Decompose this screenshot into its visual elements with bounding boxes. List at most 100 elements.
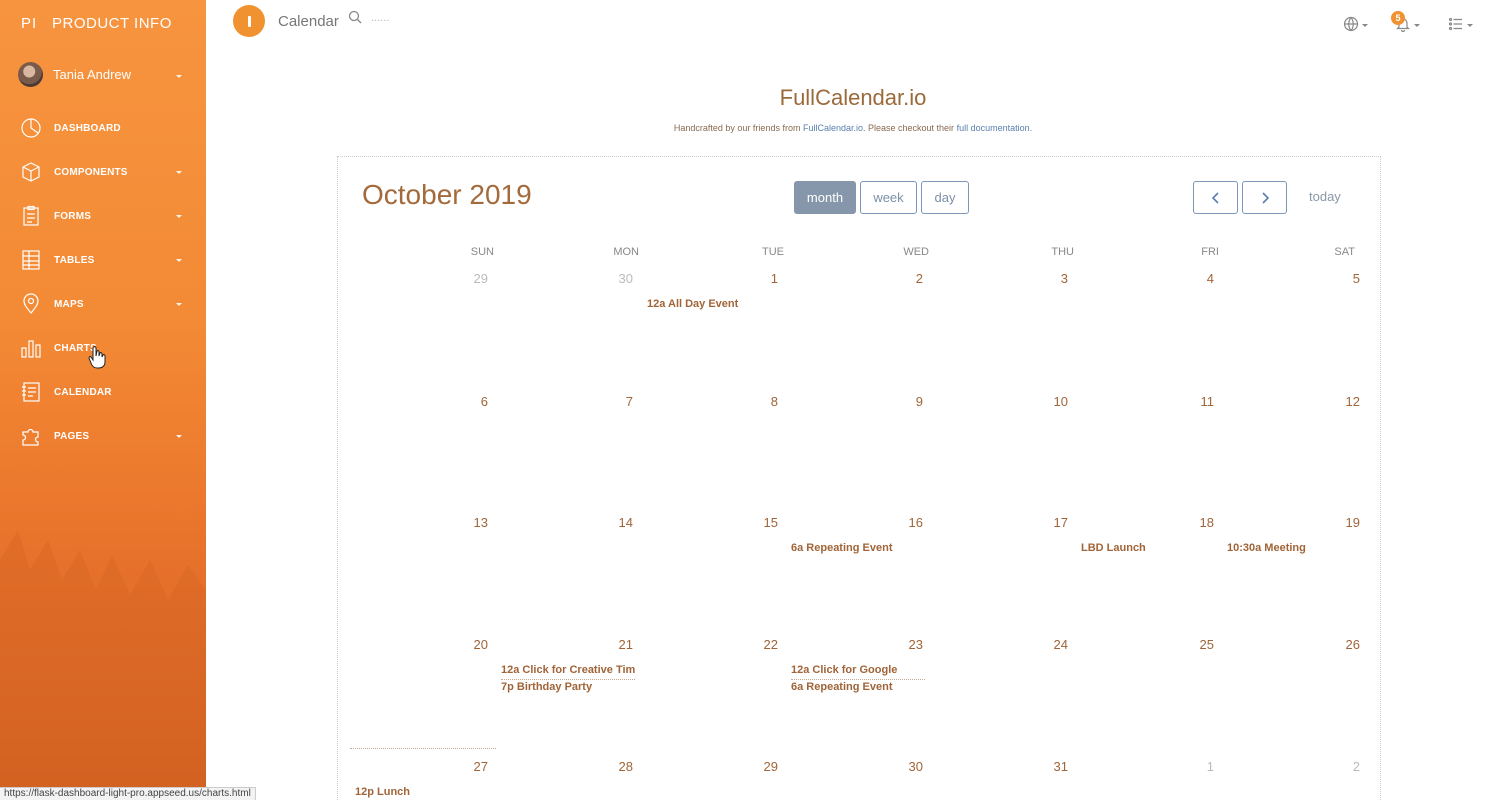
sidebar-item-pages[interactable]: PAGES [0,414,206,458]
day-number[interactable]: 3 [1038,271,1068,286]
day-number[interactable]: 12 [1330,394,1360,409]
sidebar-item-calendar[interactable]: CALENDAR [0,370,206,414]
cube-icon [22,162,40,182]
weekday-header: THU [1051,246,1074,258]
sidebar: PI PRODUCT INFO Tania Andrew DASHBOARD C… [0,0,206,800]
brand[interactable]: PI PRODUCT INFO [0,0,206,46]
documentation-link[interactable]: full documentation. [957,123,1033,133]
weekday-header: SUN [470,246,494,258]
day-number[interactable]: 8 [748,394,778,409]
chevron-down-icon [176,215,182,218]
day-number[interactable]: 23 [893,637,923,652]
day-number[interactable]: 20 [458,637,488,652]
day-number[interactable]: 1 [748,271,778,286]
day-number[interactable]: 13 [458,515,488,530]
chevron-down-icon [176,303,182,306]
list-icon[interactable] [1448,16,1464,32]
globe-icon[interactable] [1343,16,1359,32]
calendar-header-title: FullCalendar.io [779,85,927,110]
calendar-event[interactable]: 6a Repeating Event [791,542,892,554]
day-number[interactable]: 24 [1038,637,1068,652]
avatar [18,62,43,87]
sidebar-item-dashboard[interactable]: DASHBOARD [0,106,206,150]
search-icon[interactable] [348,10,362,24]
event-divider [501,679,635,680]
view-week-button[interactable]: week [860,181,917,214]
day-number[interactable]: 29 [458,271,488,286]
day-number[interactable]: 9 [893,394,923,409]
user-menu[interactable]: Tania Andrew [0,60,206,92]
day-number[interactable]: 10 [1038,394,1068,409]
day-number[interactable]: 17 [1038,515,1068,530]
chevron-down-icon [176,75,182,78]
day-number[interactable]: 2 [893,271,923,286]
prev-month-button[interactable] [1193,181,1238,214]
view-day-button[interactable]: day [921,181,969,214]
day-number[interactable]: 2 [1330,759,1360,774]
calendar-event[interactable]: LBD Launch [1081,542,1146,554]
day-number[interactable]: 18 [1184,515,1214,530]
search-input[interactable] [371,12,491,24]
view-month-button[interactable]: month [794,181,856,214]
calendar-month-title: October 2019 [362,179,532,210]
calendar-event[interactable]: 12a Click for Creative Tim [501,664,635,676]
chevron-down-icon [176,171,182,174]
today-button[interactable]: today [1309,189,1341,204]
calendar-event[interactable]: 12a Click for Google [791,664,897,676]
day-number[interactable]: 1 [1184,759,1214,774]
day-number[interactable]: 16 [893,515,923,530]
brand-name: PRODUCT INFO [52,15,172,32]
weekday-header: MON [613,246,639,258]
day-number[interactable]: 28 [603,759,633,774]
sidebar-nav: DASHBOARD COMPONENTS FORMS TABLES MAPS C… [0,106,206,458]
calendar-event[interactable]: 12p Lunch [355,786,410,798]
calendar-event[interactable]: 12a All Day Event [647,298,738,310]
day-number[interactable]: 27 [458,759,488,774]
calendar-event[interactable]: 7p Birthday Party [501,681,592,693]
weekday-header: FRI [1201,246,1219,258]
day-number[interactable]: 25 [1184,637,1214,652]
clipboard-icon [23,205,39,226]
sidebar-background-image [0,450,206,800]
minimize-sidebar-button[interactable] [233,5,265,37]
calendar-event[interactable]: 6a Repeating Event [791,681,892,693]
chevron-down-icon [176,259,182,262]
sidebar-item-label: PAGES [54,431,90,442]
sidebar-item-label: TABLES [54,255,95,266]
sidebar-item-label: DASHBOARD [54,123,121,134]
day-number[interactable]: 29 [748,759,778,774]
top-navbar: Calendar 5 [206,0,1500,46]
next-month-button[interactable] [1242,181,1287,214]
day-number[interactable]: 30 [603,271,633,286]
sidebar-item-forms[interactable]: FORMS [0,194,206,238]
bar-chart-icon [21,340,41,358]
day-number[interactable]: 21 [603,637,633,652]
day-number[interactable]: 14 [603,515,633,530]
weekday-header: WED [903,246,929,258]
chevron-down-icon [176,435,182,438]
event-divider [791,679,925,680]
day-number[interactable]: 31 [1038,759,1068,774]
day-number[interactable]: 30 [893,759,923,774]
day-number[interactable]: 5 [1330,271,1360,286]
sidebar-item-components[interactable]: COMPONENTS [0,150,206,194]
day-number[interactable]: 7 [603,394,633,409]
sidebar-item-label: CALENDAR [54,387,112,398]
day-number[interactable]: 19 [1330,515,1360,530]
sidebar-item-tables[interactable]: TABLES [0,238,206,282]
day-number[interactable]: 15 [748,515,778,530]
day-number[interactable]: 4 [1184,271,1214,286]
user-name: Tania Andrew [53,67,132,82]
sidebar-item-maps[interactable]: MAPS [0,282,206,326]
weekday-header: SAT [1334,246,1355,258]
puzzle-icon [22,428,39,446]
brand-mini-logo: PI [21,15,38,32]
day-number[interactable]: 11 [1184,394,1215,409]
chevron-right-icon [1262,192,1270,204]
day-number[interactable]: 22 [748,637,778,652]
day-number[interactable]: 6 [458,394,488,409]
day-number[interactable]: 26 [1330,637,1360,652]
calendar-event[interactable]: 10:30a Meeting [1227,542,1306,554]
notebook-icon [22,382,40,402]
fullcalendar-link[interactable]: FullCalendar.io [803,123,863,133]
